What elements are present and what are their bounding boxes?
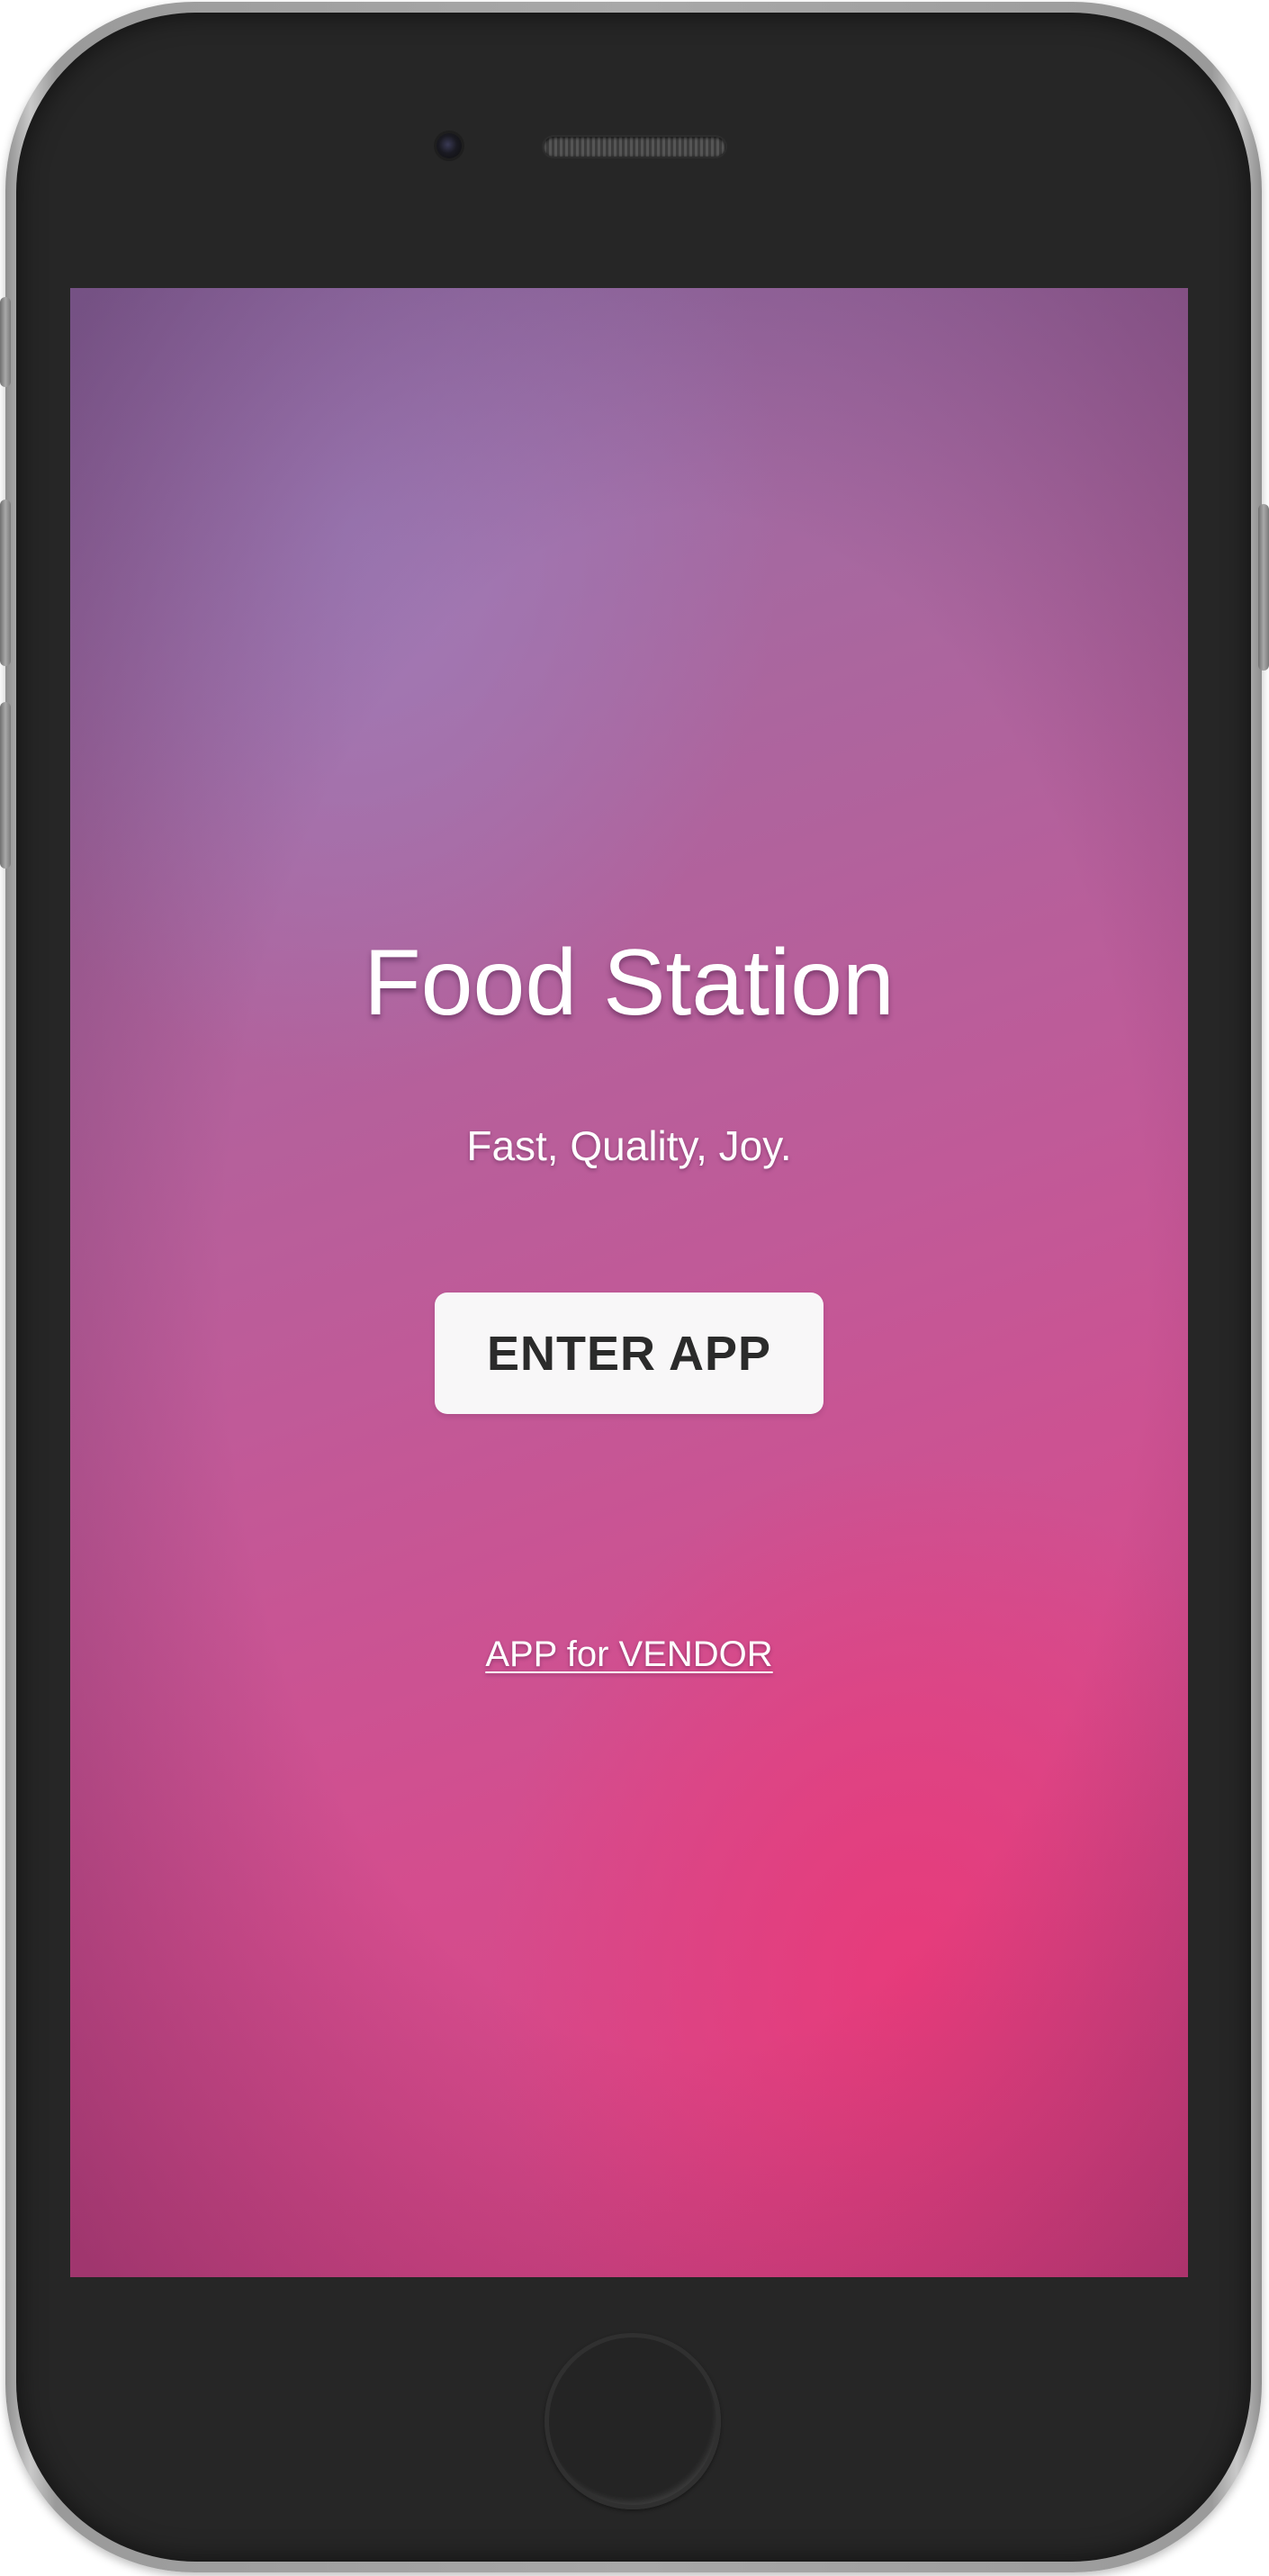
- front-camera-icon: [436, 133, 462, 158]
- app-tagline: Fast, Quality, Joy.: [466, 1122, 792, 1169]
- mute-switch: [0, 297, 11, 387]
- volume-down-button: [0, 702, 11, 869]
- volume-up-button: [0, 500, 11, 666]
- vendor-app-link[interactable]: APP for VENDOR: [485, 1635, 772, 1674]
- app-title: Food Station: [364, 931, 895, 1035]
- background-vignette: [70, 288, 1188, 2277]
- power-button: [1258, 504, 1269, 671]
- vendor-link-container: APP for VENDOR: [70, 1636, 1188, 1672]
- earpiece-speaker: [544, 137, 725, 157]
- app-screen: Food Station Fast, Quality, Joy. ENTER A…: [70, 288, 1188, 2277]
- home-button[interactable]: [544, 2333, 721, 2509]
- enter-app-button[interactable]: ENTER APP: [435, 1293, 824, 1414]
